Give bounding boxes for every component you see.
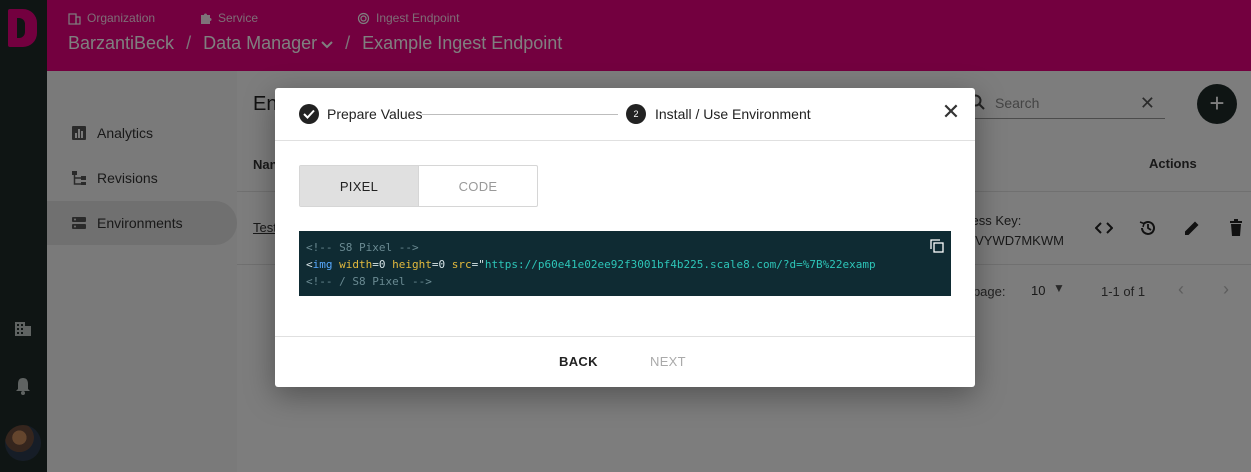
pixel-toggle-button[interactable]: PIXEL xyxy=(300,166,419,206)
code-toggle-button[interactable]: CODE xyxy=(419,166,537,206)
code-line-3: <!-- / S8 Pixel --> xyxy=(306,275,432,288)
code-line-2: <img width=0 height=0 src="https://p60e4… xyxy=(306,258,876,271)
step-connector xyxy=(422,114,618,115)
step-number-badge: 2 xyxy=(626,104,646,124)
check-circle-icon xyxy=(299,104,319,124)
stepper: Prepare Values 2 Install / Use Environme… xyxy=(275,88,975,141)
close-icon[interactable]: ✕ xyxy=(941,101,961,123)
format-toggle: PIXEL CODE xyxy=(299,165,538,207)
back-button[interactable]: BACK xyxy=(559,354,598,369)
code-line-1: <!-- S8 Pixel --> xyxy=(306,241,419,254)
step-prepare-values: Prepare Values xyxy=(327,106,423,122)
code-snippet[interactable]: <!-- S8 Pixel --> <img width=0 height=0 … xyxy=(299,231,951,296)
step-install-environment: Install / Use Environment xyxy=(655,106,811,122)
install-dialog: Prepare Values 2 Install / Use Environme… xyxy=(275,88,975,387)
next-button[interactable]: NEXT xyxy=(650,354,686,369)
copy-icon[interactable] xyxy=(930,239,944,253)
dialog-footer: BACK NEXT xyxy=(275,336,975,387)
